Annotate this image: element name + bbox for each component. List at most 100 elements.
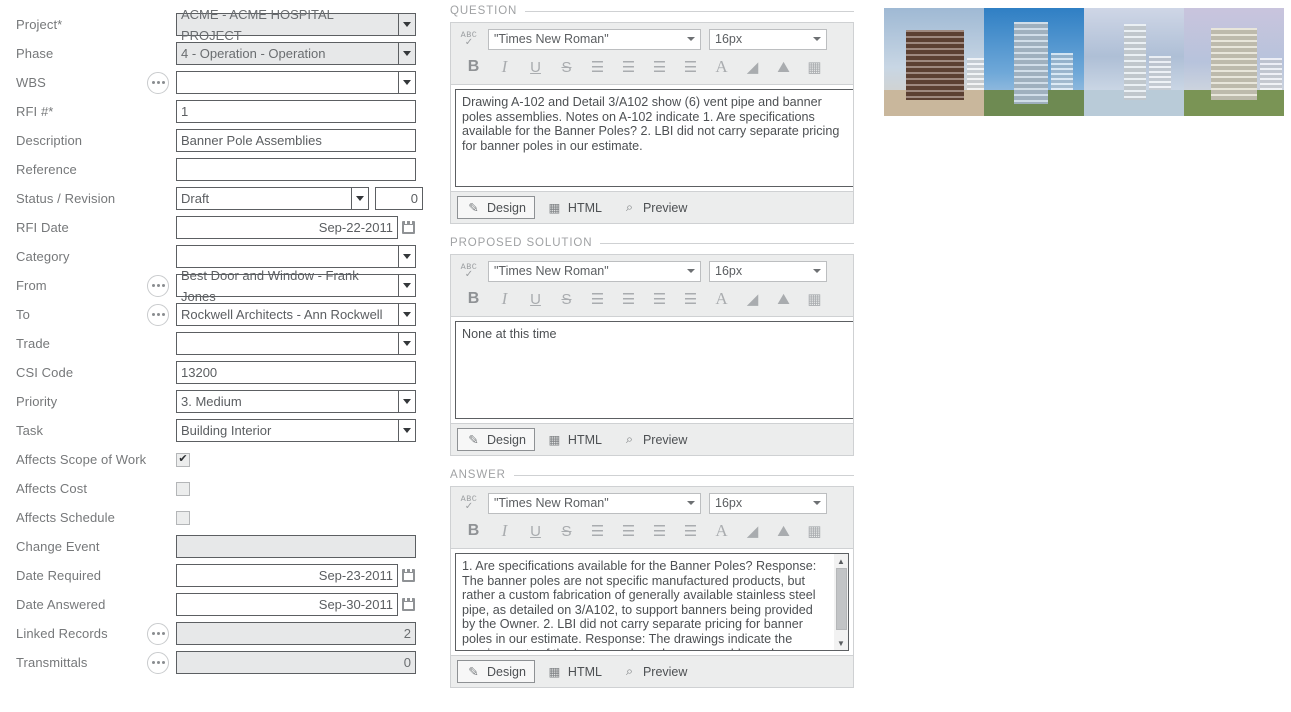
underline-button[interactable]: U — [520, 520, 551, 542]
insert-table-button[interactable]: ▦ — [799, 288, 830, 310]
field-input[interactable]: Rockwell Architects - Ann Rockwell — [176, 303, 398, 326]
dropdown-toggle[interactable] — [398, 390, 416, 413]
align-justify-button[interactable]: ☰ — [675, 520, 706, 542]
bold-button[interactable]: B — [458, 288, 489, 310]
editor-tab-design[interactable]: ✎ Design — [457, 428, 535, 451]
dropdown-toggle[interactable] — [398, 332, 416, 355]
calendar-icon[interactable] — [400, 593, 416, 616]
font-size-dropdown[interactable]: 16px — [709, 28, 827, 50]
checkbox[interactable]: ✔ — [176, 452, 190, 467]
spellcheck-icon[interactable]: ABC ✓ — [458, 260, 480, 282]
ellipsis-lookup-button[interactable] — [147, 71, 169, 94]
editor-tab-preview[interactable]: ⌕ Preview — [614, 429, 695, 450]
field-input[interactable]: 13200 — [176, 361, 416, 384]
field-input[interactable]: 3. Medium — [176, 390, 398, 413]
dropdown-toggle[interactable] — [398, 245, 416, 268]
align-right-button[interactable]: ☰ — [644, 288, 675, 310]
scroll-up-arrow-icon[interactable]: ▲ — [837, 554, 845, 568]
font-color-button[interactable]: A — [706, 56, 737, 78]
field-input[interactable]: Building Interior — [176, 419, 398, 442]
calendar-icon[interactable] — [400, 216, 416, 239]
proposed-solution-text[interactable]: None at this time — [455, 321, 853, 419]
italic-button[interactable]: I — [489, 520, 520, 542]
bold-button[interactable]: B — [458, 56, 489, 78]
building-photo-waterfront-tower[interactable] — [1084, 8, 1184, 116]
insert-image-button[interactable]: ⛰ — [768, 56, 799, 78]
field-input[interactable]: ACME - ACME HOSPITAL PROJECT — [176, 7, 398, 43]
font-size-dropdown[interactable]: 16px — [709, 492, 827, 514]
building-photo-brown-office[interactable] — [884, 8, 984, 116]
font-size-dropdown[interactable]: 16px — [709, 260, 827, 282]
ellipsis-lookup-button[interactable] — [147, 303, 169, 326]
align-center-button[interactable]: ☰ — [613, 520, 644, 542]
field-input[interactable]: 2 — [176, 622, 416, 645]
font-color-button[interactable]: A — [706, 288, 737, 310]
dropdown-toggle[interactable] — [398, 42, 416, 65]
strikethrough-button[interactable]: S — [551, 288, 582, 310]
revision-input[interactable]: 0 — [375, 187, 423, 210]
insert-table-button[interactable]: ▦ — [799, 56, 830, 78]
dropdown-toggle[interactable] — [398, 419, 416, 442]
dropdown-toggle[interactable] — [351, 187, 369, 210]
fill-color-button[interactable]: ◢ — [737, 288, 768, 310]
editor-tab-html[interactable]: ▦ HTML — [539, 429, 610, 450]
strikethrough-button[interactable]: S — [551, 56, 582, 78]
align-left-button[interactable]: ☰ — [582, 56, 613, 78]
font-family-dropdown[interactable]: "Times New Roman" — [488, 260, 701, 282]
align-justify-button[interactable]: ☰ — [675, 56, 706, 78]
dropdown-toggle[interactable] — [398, 13, 416, 36]
dropdown-toggle[interactable] — [398, 71, 416, 94]
spellcheck-icon[interactable]: ABC ✓ — [458, 492, 480, 514]
insert-image-button[interactable]: ⛰ — [768, 520, 799, 542]
editor-tab-design[interactable]: ✎ Design — [457, 660, 535, 683]
building-photo-glass-highrise[interactable] — [984, 8, 1084, 116]
align-center-button[interactable]: ☰ — [613, 288, 644, 310]
field-input[interactable]: Sep-30-2011 — [176, 593, 398, 616]
fill-color-button[interactable]: ◢ — [737, 56, 768, 78]
ellipsis-lookup-button[interactable] — [147, 274, 169, 297]
calendar-icon[interactable] — [400, 564, 416, 587]
italic-button[interactable]: I — [489, 288, 520, 310]
field-input[interactable]: Sep-23-2011 — [176, 564, 398, 587]
ellipsis-lookup-button[interactable] — [147, 622, 169, 645]
field-input[interactable]: Banner Pole Assemblies — [176, 129, 416, 152]
align-right-button[interactable]: ☰ — [644, 56, 675, 78]
field-input[interactable]: Best Door and Window - Frank Jones — [176, 268, 398, 304]
align-right-button[interactable]: ☰ — [644, 520, 675, 542]
insert-image-button[interactable]: ⛰ — [768, 288, 799, 310]
field-input[interactable] — [176, 535, 416, 558]
field-input[interactable]: Sep-22-2011 — [176, 216, 398, 239]
editor-tab-design[interactable]: ✎ Design — [457, 196, 535, 219]
editor-tab-preview[interactable]: ⌕ Preview — [614, 197, 695, 218]
font-color-button[interactable]: A — [706, 520, 737, 542]
font-family-dropdown[interactable]: "Times New Roman" — [488, 28, 701, 50]
scroll-down-arrow-icon[interactable]: ▼ — [837, 636, 845, 650]
font-family-dropdown[interactable]: "Times New Roman" — [488, 492, 701, 514]
checkbox[interactable] — [176, 481, 190, 496]
ellipsis-lookup-button[interactable] — [147, 651, 169, 674]
spellcheck-icon[interactable]: ABC ✓ — [458, 28, 480, 50]
insert-table-button[interactable]: ▦ — [799, 520, 830, 542]
align-left-button[interactable]: ☰ — [582, 520, 613, 542]
checkbox[interactable] — [176, 510, 190, 525]
field-input[interactable]: 0 — [176, 651, 416, 674]
answer-scrollbar[interactable]: ▲ ▼ — [834, 553, 849, 651]
editor-tab-html[interactable]: ▦ HTML — [539, 661, 610, 682]
bold-button[interactable]: B — [458, 520, 489, 542]
strikethrough-button[interactable]: S — [551, 520, 582, 542]
building-photo-midrise-rendering[interactable] — [1184, 8, 1284, 116]
editor-tab-html[interactable]: ▦ HTML — [539, 197, 610, 218]
field-input[interactable]: 1 — [176, 100, 416, 123]
align-left-button[interactable]: ☰ — [582, 288, 613, 310]
field-input[interactable]: 4 - Operation - Operation — [176, 42, 398, 65]
align-justify-button[interactable]: ☰ — [675, 288, 706, 310]
underline-button[interactable]: U — [520, 56, 551, 78]
underline-button[interactable]: U — [520, 288, 551, 310]
editor-tab-preview[interactable]: ⌕ Preview — [614, 661, 695, 682]
align-center-button[interactable]: ☰ — [613, 56, 644, 78]
field-input[interactable]: Draft — [176, 187, 351, 210]
dropdown-toggle[interactable] — [398, 274, 416, 297]
fill-color-button[interactable]: ◢ — [737, 520, 768, 542]
scrollbar-thumb[interactable] — [835, 568, 847, 630]
field-input[interactable] — [176, 158, 416, 181]
